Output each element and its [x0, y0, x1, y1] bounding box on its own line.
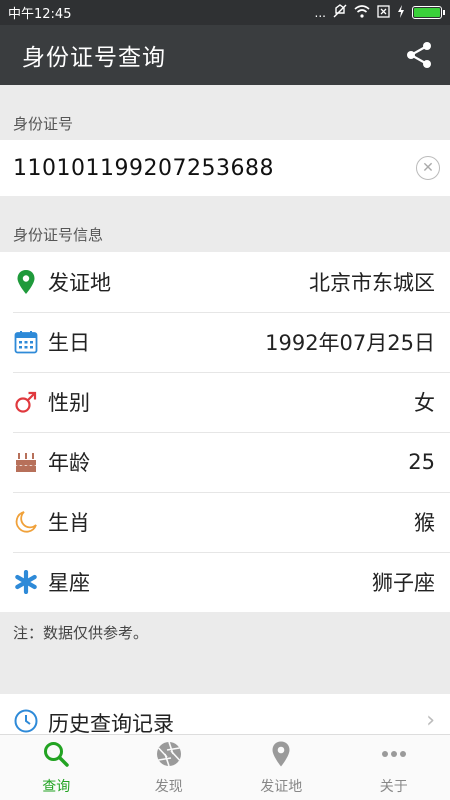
status-bar: 中午12:45 ... — [0, 0, 450, 25]
tab-about[interactable]: 关于 — [338, 735, 450, 800]
info-row-birthday: 生日 1992年07月25日 — [0, 312, 450, 372]
tab-discover[interactable]: 发现 — [113, 735, 226, 800]
info-row-label: 发证地 — [48, 271, 111, 295]
disclaimer-note: 注：数据仅供参考。 — [13, 624, 149, 642]
info-section-label: 身份证号信息 — [13, 226, 104, 244]
history-label: 历史查询记录 — [48, 712, 174, 734]
info-row-label: 年龄 — [48, 451, 90, 475]
id-number-field[interactable]: 110101199207253688 ✕ — [0, 140, 450, 196]
aperture-icon — [155, 740, 183, 772]
cake-icon — [13, 449, 39, 475]
status-time: 中午12:45 — [8, 7, 72, 22]
gender-icon — [13, 389, 39, 415]
location-pin-icon — [13, 269, 39, 295]
tab-label: 发证地 — [260, 778, 303, 795]
share-icon[interactable] — [404, 40, 434, 70]
tab-query[interactable]: 查询 — [0, 735, 113, 800]
battery-icon — [412, 6, 445, 19]
calendar-icon — [13, 329, 39, 355]
info-row-label: 生肖 — [48, 511, 90, 535]
info-row-value: 狮子座 — [372, 571, 435, 595]
info-row-issue-place: 发证地 北京市东城区 — [0, 252, 450, 312]
bottom-tab-bar: 查询 发现 发证地 关于 — [0, 734, 450, 800]
id-number-value[interactable]: 110101199207253688 — [13, 156, 274, 181]
tab-label: 关于 — [379, 778, 408, 795]
wifi-icon — [354, 4, 370, 21]
info-row-age: 年龄 25 — [0, 432, 450, 492]
info-list: 发证地 北京市东城区 生日 1992年07月25日 性别 女 年龄 25 生肖 … — [0, 252, 450, 612]
info-row-value: 1992年07月25日 — [265, 331, 435, 355]
status-icons: ... — [314, 4, 445, 21]
tab-issue-place[interactable]: 发证地 — [225, 735, 338, 800]
more-notifications-indicator: ... — [314, 5, 326, 20]
info-row-zodiac: 生肖 猴 — [0, 492, 450, 552]
battery-fill — [414, 8, 440, 17]
info-row-value: 猴 — [414, 511, 435, 535]
location-pin-icon — [267, 740, 295, 772]
no-sim-icon — [377, 4, 390, 21]
tab-label: 发现 — [154, 778, 183, 795]
chevron-right-icon: › — [426, 708, 435, 733]
clear-icon[interactable]: ✕ — [416, 156, 440, 180]
page-title: 身份证号查询 — [22, 45, 166, 71]
charging-icon — [397, 4, 405, 21]
info-row-label: 性别 — [48, 391, 90, 415]
info-row-value: 25 — [408, 450, 435, 474]
info-row-label: 生日 — [48, 331, 90, 355]
clock-icon — [13, 708, 39, 734]
history-records-button[interactable]: 历史查询记录 › — [0, 694, 450, 734]
star-icon — [13, 569, 39, 595]
moon-icon — [13, 509, 39, 535]
tab-label: 查询 — [42, 778, 71, 795]
search-icon — [42, 740, 70, 772]
info-row-constellation: 星座 狮子座 — [0, 552, 450, 612]
info-row-value: 女 — [414, 391, 435, 415]
more-dots-icon — [380, 740, 408, 772]
id-section-label: 身份证号 — [13, 115, 74, 133]
mute-icon — [333, 4, 347, 21]
app-bar: 身份证号查询 — [0, 25, 450, 85]
info-row-value: 北京市东城区 — [309, 271, 435, 295]
info-row-gender: 性别 女 — [0, 372, 450, 432]
info-row-label: 星座 — [48, 571, 90, 595]
